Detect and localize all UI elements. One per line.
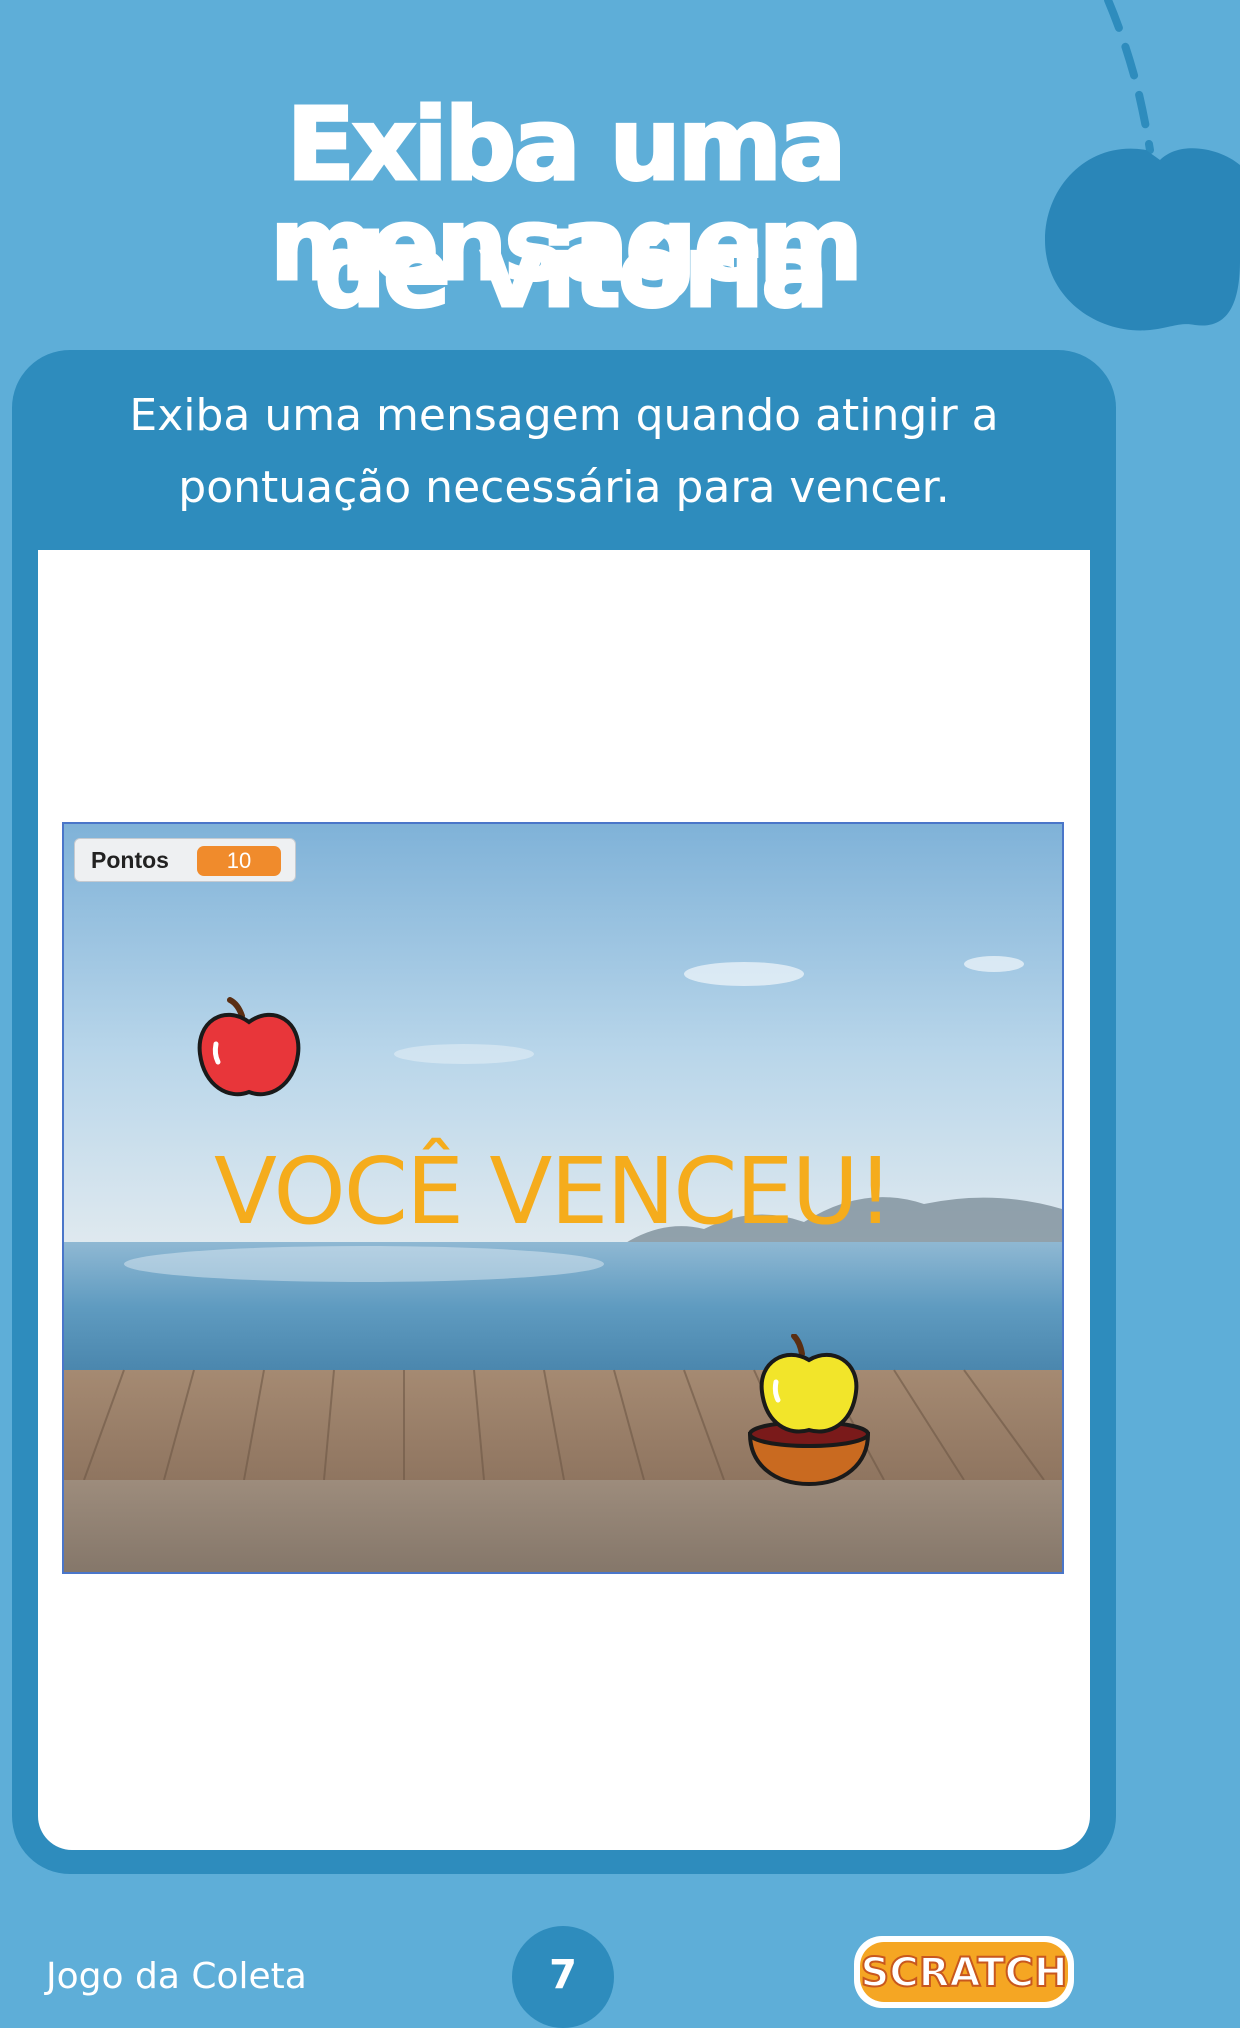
scratch-logo: SCRATCH <box>854 1936 1074 2008</box>
score-value: 10 <box>197 846 281 876</box>
instruction-text: Exiba uma mensagem quando atingir a pont… <box>12 380 1116 524</box>
score-label: Pontos <box>91 847 169 873</box>
bowl-with-yellow-apple-sprite[interactable] <box>744 1334 874 1494</box>
project-name: Jogo da Coleta <box>46 1956 307 1997</box>
red-apple-sprite[interactable] <box>194 994 304 1104</box>
page-number: 7 <box>512 1926 614 2028</box>
game-stage[interactable]: Pontos 10 VOCÊ VENCEU! <box>62 822 1064 1574</box>
instruction-line-1: Exiba uma mensagem quando atingir a <box>129 390 999 441</box>
instruction-line-2: pontuação necessária para vencer. <box>178 462 950 513</box>
score-monitor: Pontos 10 <box>74 838 296 882</box>
scratch-logo-text: SCRATCH <box>861 1950 1068 1996</box>
page-title-line-2: de vitória <box>313 213 830 330</box>
victory-message: VOCÊ VENCEU! <box>214 1138 894 1245</box>
